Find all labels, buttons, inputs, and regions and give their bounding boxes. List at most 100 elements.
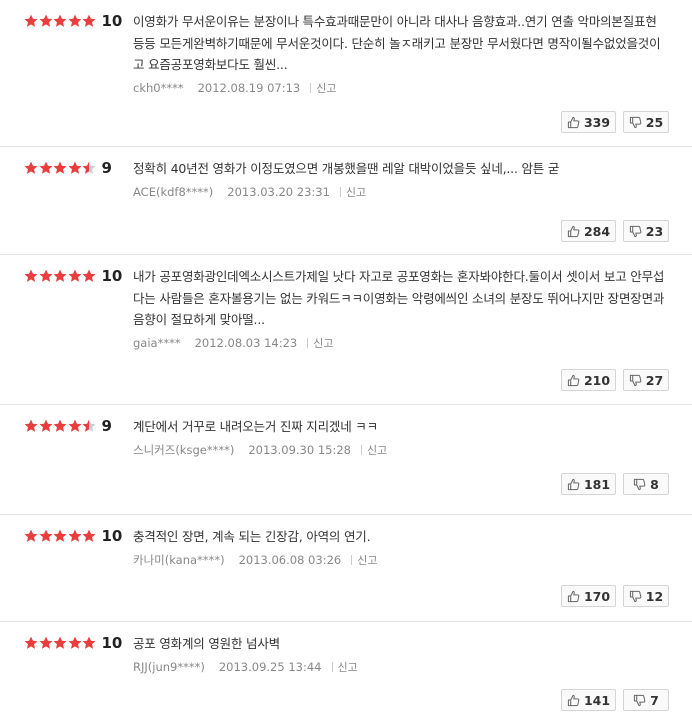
review-text: 계단에서 거꾸로 내려오는거 진짜 지리겠네 ㅋㅋ (133, 419, 378, 434)
like-button[interactable]: 181 (561, 473, 616, 495)
vote-buttons: 141 7 (561, 689, 669, 711)
review-list: 10 이영화가 무서운이유는 분장이나 특수효과때문만이 아니라 대사나 음향효… (0, 0, 692, 721)
star-icon (82, 269, 96, 283)
star-icon (68, 14, 82, 28)
review-user[interactable]: ckh0**** (133, 81, 184, 95)
review-content: 계단에서 거꾸로 내려오는거 진짜 지리겠네 ㅋㅋ 스니커즈(ksge****)… (133, 416, 666, 458)
star-icon (24, 419, 38, 433)
review-date: 2013.09.25 13:44 (218, 659, 322, 674)
star-icon (53, 161, 67, 175)
review-user[interactable]: 카나미(kana****) (133, 552, 225, 568)
dislike-button[interactable]: 8 (623, 473, 669, 495)
rating-score: 9 (101, 159, 112, 177)
star-icon (68, 161, 82, 175)
star-icon (82, 636, 96, 650)
star-icon (53, 14, 67, 28)
like-button[interactable]: 210 (561, 369, 616, 391)
star-icon (24, 14, 38, 28)
divider (307, 337, 309, 348)
vote-buttons: 210 27 (561, 369, 669, 391)
dislike-count: 27 (645, 372, 664, 388)
thumbs-down-icon (633, 478, 650, 491)
like-button[interactable]: 284 (561, 220, 616, 242)
star-rating (24, 636, 97, 650)
like-button[interactable]: 339 (561, 111, 616, 133)
star-icon (53, 419, 67, 433)
dislike-count: 7 (650, 692, 659, 708)
review-date: 2012.08.03 14:23 (194, 335, 298, 350)
rating: 10 (24, 266, 122, 286)
like-button[interactable]: 141 (561, 689, 616, 711)
divider (310, 82, 312, 93)
rating-score: 10 (101, 267, 123, 285)
star-rating (24, 269, 97, 283)
dislike-count: 8 (650, 476, 659, 492)
review-item: 10 공포 영화계의 영원한 넘사벽 RJJ(jun9****) 2013.09… (0, 622, 692, 721)
star-icon (53, 636, 67, 650)
rating-score: 10 (101, 527, 123, 545)
dislike-button[interactable]: 7 (623, 689, 669, 711)
thumbs-up-icon (567, 590, 584, 603)
thumbs-down-icon (629, 225, 646, 238)
star-icon (39, 269, 53, 283)
star-icon (68, 269, 82, 283)
review-item: 10 이영화가 무서운이유는 분장이나 특수효과때문만이 아니라 대사나 음향효… (0, 0, 692, 147)
review-meta: gaia**** 2012.08.03 14:23 신고 (133, 335, 666, 351)
vote-buttons: 181 8 (561, 473, 669, 495)
review-text: 공포 영화계의 영원한 넘사벽 (133, 636, 280, 651)
rating: 10 (24, 633, 122, 653)
report-link[interactable]: 신고 (316, 80, 336, 96)
report-link[interactable]: 신고 (346, 184, 366, 200)
dislike-count: 12 (645, 588, 664, 604)
rating: 9 (24, 158, 112, 178)
review-date: 2012.08.19 07:13 (197, 80, 301, 95)
thumbs-down-icon (629, 374, 646, 387)
review-user[interactable]: RJJ(jun9****) (133, 660, 205, 674)
rating: 10 (24, 526, 122, 546)
dislike-button[interactable]: 23 (623, 220, 669, 242)
review-item: 9 정확히 40년전 영화가 이정도였으면 개봉했을땐 레알 대박이었을듯 싶네… (0, 147, 692, 255)
star-rating (24, 14, 97, 28)
report-link[interactable]: 신고 (313, 335, 333, 351)
vote-buttons: 170 12 (561, 585, 669, 607)
thumbs-up-icon (567, 694, 584, 707)
dislike-button[interactable]: 12 (623, 585, 669, 607)
star-rating (24, 161, 97, 175)
review-text: 이영화가 무서운이유는 분장이나 특수효과때문만이 아니라 대사나 음향효과..… (133, 14, 661, 72)
report-link[interactable]: 신고 (367, 442, 387, 458)
like-count: 181 (583, 476, 611, 492)
like-button[interactable]: 170 (561, 585, 616, 607)
review-text: 정확히 40년전 영화가 이정도였으면 개봉했을땐 레알 대박이었을듯 싶네,.… (133, 161, 560, 176)
review-content: 충격적인 장면, 계속 되는 긴장감, 아역의 연기. 카나미(kana****… (133, 526, 666, 568)
star-icon (68, 419, 82, 433)
review-user[interactable]: ACE(kdf8****) (133, 185, 213, 199)
review-date: 2013.06.08 03:26 (238, 552, 342, 567)
star-rating (24, 419, 97, 433)
dislike-count: 25 (645, 114, 664, 130)
star-icon (82, 419, 96, 433)
star-icon (39, 529, 53, 543)
review-date: 2013.03.20 23:31 (227, 184, 330, 199)
star-icon (39, 419, 53, 433)
report-link[interactable]: 신고 (357, 552, 377, 568)
review-meta: ACE(kdf8****) 2013.03.20 23:31 신고 (133, 184, 666, 200)
star-icon (24, 269, 38, 283)
review-content: 공포 영화계의 영원한 넘사벽 RJJ(jun9****) 2013.09.25… (133, 633, 666, 675)
divider (360, 444, 362, 455)
dislike-button[interactable]: 25 (623, 111, 669, 133)
star-icon (68, 636, 82, 650)
star-icon (53, 269, 67, 283)
rating-score: 10 (101, 634, 123, 652)
review-user[interactable]: gaia**** (133, 336, 181, 350)
vote-buttons: 339 25 (561, 111, 669, 133)
thumbs-up-icon (567, 116, 584, 129)
dislike-button[interactable]: 27 (623, 369, 669, 391)
star-icon (24, 636, 38, 650)
report-link[interactable]: 신고 (338, 659, 358, 675)
like-count: 170 (583, 588, 611, 604)
review-content: 이영화가 무서운이유는 분장이나 특수효과때문만이 아니라 대사나 음향효과..… (133, 11, 666, 96)
thumbs-down-icon (633, 694, 650, 707)
rating: 9 (24, 416, 112, 436)
review-user[interactable]: 스니커즈(ksge****) (133, 442, 234, 458)
star-icon (24, 161, 38, 175)
